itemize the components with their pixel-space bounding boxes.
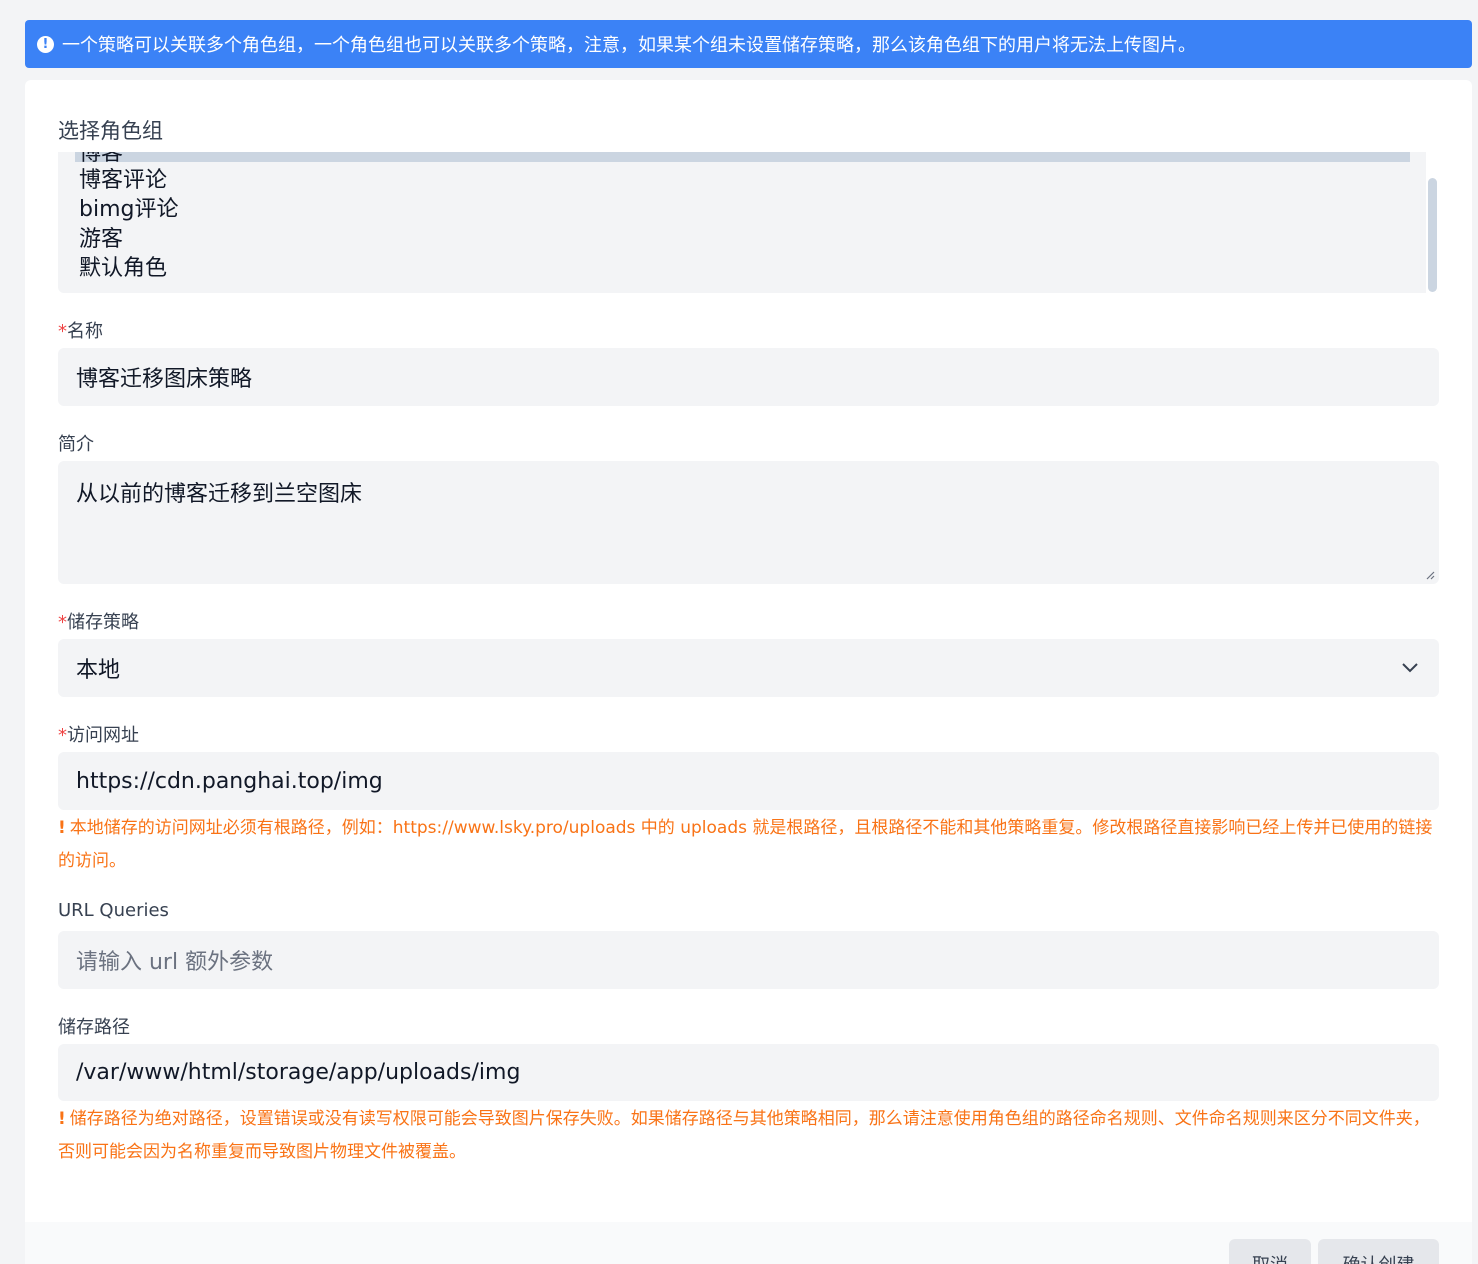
role-option[interactable]: bimg评论 [79, 191, 178, 223]
scrollbar-thumb[interactable] [1428, 178, 1437, 292]
intro-value: 从以前的博客迁移到兰空图床 [76, 482, 363, 507]
modal-footer: 取消 确认创建 [25, 1222, 1472, 1264]
warning-icon: ! [58, 1109, 66, 1129]
role-option[interactable]: 游客 [79, 221, 123, 253]
confirm-create-button[interactable]: 确认创建 [1318, 1239, 1439, 1264]
storage-label: *储存策略 [58, 612, 139, 633]
role-groups-label: 选择角色组 [58, 119, 163, 143]
storage-path-value: /var/www/html/storage/app/uploads/img [76, 1060, 521, 1085]
role-option[interactable]: 默认角色 [79, 250, 167, 282]
access-url-value: https://cdn.panghai.top/img [76, 768, 383, 794]
access-url-hint: ! 本地储存的访问网址必须有根路径，例如：https://www.lsky.pro… [58, 818, 1433, 871]
chevron-down-icon [1402, 663, 1418, 673]
name-input[interactable]: 博客迁移图床策略 [58, 348, 1439, 406]
storage-path-hint: ! 储存路径为绝对路径，设置错误或没有读写权限可能会导致图片保存失败。如果储存路径… [58, 1109, 1430, 1162]
role-option[interactable]: 博客评论 [79, 162, 167, 194]
cancel-button[interactable]: 取消 [1229, 1239, 1311, 1264]
storage-select[interactable]: 本地 [58, 639, 1439, 697]
warning-icon: ! [58, 818, 66, 838]
url-queries-placeholder: 请输入 url 额外参数 [76, 950, 274, 975]
storage-path-input[interactable]: /var/www/html/storage/app/uploads/img [58, 1044, 1439, 1101]
required-mark: * [58, 725, 67, 746]
url-queries-label: URL Queries [58, 900, 169, 921]
intro-textarea[interactable]: 从以前的博客迁移到兰空图床 [58, 461, 1439, 584]
role-option-partial[interactable]: 博客 [79, 152, 123, 162]
listbox-scrollbar[interactable] [1426, 152, 1439, 293]
exclamation-circle-icon: ! [37, 35, 54, 53]
required-mark: * [58, 321, 67, 342]
storage-value: 本地 [76, 658, 121, 683]
url-queries-input[interactable]: 请输入 url 额外参数 [58, 931, 1439, 989]
selected-option-highlight[interactable]: 博客 [75, 152, 1410, 162]
required-mark: * [58, 612, 67, 633]
name-label: *名称 [58, 321, 103, 342]
access-url-label: *访问网址 [58, 725, 139, 746]
intro-label: 简介 [58, 434, 94, 455]
info-alert: ! 一个策略可以关联多个角色组，一个角色组也可以关联多个策略，注意，如果某个组未… [25, 20, 1472, 68]
access-url-input[interactable]: https://cdn.panghai.top/img [58, 752, 1439, 810]
storage-path-label: 储存路径 [58, 1017, 130, 1038]
alert-text: 一个策略可以关联多个角色组，一个角色组也可以关联多个策略，注意，如果某个组未设置… [62, 35, 1196, 56]
role-groups-listbox[interactable]: 博客 博客评论 bimg评论 游客 默认角色 [58, 152, 1439, 293]
name-value: 博客迁移图床策略 [76, 367, 253, 392]
resize-handle-icon[interactable] [1425, 570, 1435, 580]
